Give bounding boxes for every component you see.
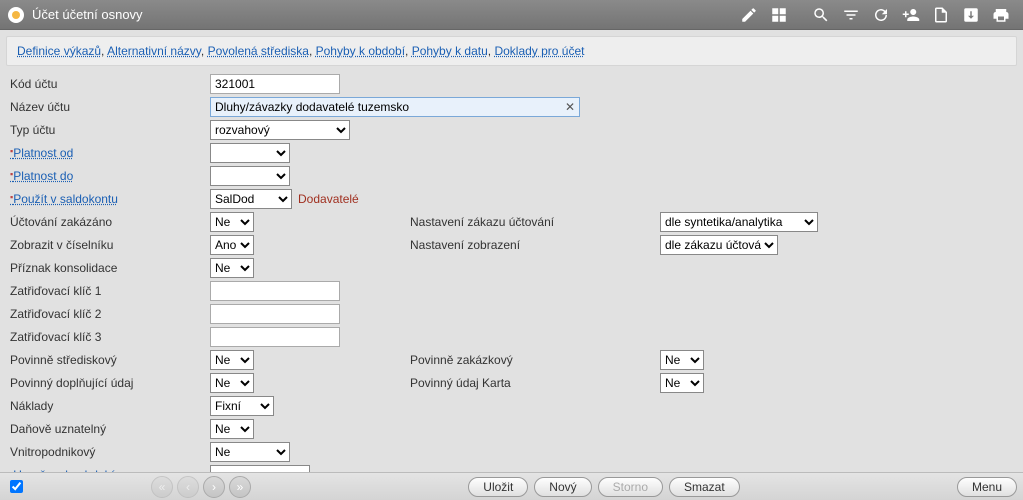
- nav-next-icon[interactable]: ›: [203, 476, 225, 498]
- label-klic3: Zatřiďovací klíč 3: [10, 330, 210, 344]
- nav-prev-icon[interactable]: ‹: [177, 476, 199, 498]
- pov-karta-select[interactable]: Ne: [660, 373, 704, 393]
- label-klic1: Zatřiďovací klíč 1: [10, 284, 210, 298]
- form-area: Kód účtu Název účtu ✕ Typ účtu rozvahový…: [0, 72, 1023, 500]
- uct-zakazano-select[interactable]: Ne: [210, 212, 254, 232]
- klic1-input[interactable]: [210, 281, 340, 301]
- search-icon[interactable]: [807, 3, 835, 27]
- typ-select[interactable]: rozvahový: [210, 120, 350, 140]
- toolbar-icons: [735, 3, 1015, 27]
- title-bar: Účet účetní osnovy: [0, 0, 1023, 30]
- label-uct-zakazano: Účtování zakázáno: [10, 215, 210, 229]
- refresh-icon[interactable]: [867, 3, 895, 27]
- nast-zakazu-select[interactable]: dle syntetika/analytika: [660, 212, 818, 232]
- label-dan: Daňově uznatelný: [10, 422, 210, 436]
- save-button[interactable]: Uložit: [468, 477, 528, 497]
- print-icon[interactable]: [987, 3, 1015, 27]
- nast-zobr-select[interactable]: dle zákazu účtování: [660, 235, 778, 255]
- klic3-input[interactable]: [210, 327, 340, 347]
- label-saldokonto[interactable]: ▪Použít v saldokontu: [10, 192, 210, 206]
- saldokonto-select[interactable]: SalDod: [210, 189, 292, 209]
- pov-stred-select[interactable]: Ne: [210, 350, 254, 370]
- document-icon[interactable]: [927, 3, 955, 27]
- export-icon[interactable]: [957, 3, 985, 27]
- label-vnitro: Vnitropodnikový: [10, 445, 210, 459]
- nazev-input-wrap: ✕: [210, 97, 580, 117]
- footer-bar: « ‹ › » Uložit Nový Storno Smazat Menu: [0, 472, 1023, 500]
- grid-icon[interactable]: [765, 3, 793, 27]
- label-platnost-od[interactable]: ▪Platnost od: [10, 146, 210, 160]
- kod-input[interactable]: [210, 74, 340, 94]
- menu-button[interactable]: Menu: [957, 477, 1017, 497]
- link-doklady[interactable]: Doklady pro účet: [494, 44, 584, 58]
- label-klic2: Zatřiďovací klíč 2: [10, 307, 210, 321]
- nav-last-icon[interactable]: »: [229, 476, 251, 498]
- label-typ: Typ účtu: [10, 123, 210, 137]
- label-nast-zobr: Nastavení zobrazení: [410, 238, 660, 252]
- label-kod: Kód účtu: [10, 77, 210, 91]
- app-logo-icon: [8, 7, 24, 23]
- dan-select[interactable]: Ne: [210, 419, 254, 439]
- priznak-select[interactable]: Ne: [210, 258, 254, 278]
- link-definice[interactable]: Definice výkazů: [17, 44, 101, 58]
- pov-dopln-select[interactable]: Ne: [210, 373, 254, 393]
- label-priznak: Příznak konsolidace: [10, 261, 210, 275]
- pov-zakaz-select[interactable]: Ne: [660, 350, 704, 370]
- filter-icon[interactable]: [837, 3, 865, 27]
- footer-checkbox[interactable]: [10, 480, 23, 493]
- link-alt[interactable]: Alternativní názvy: [107, 44, 201, 58]
- nav-first-icon[interactable]: «: [151, 476, 173, 498]
- adduser-icon[interactable]: [897, 3, 925, 27]
- link-pohyby-datu[interactable]: Pohyby k datu: [412, 44, 488, 58]
- label-naklady: Náklady: [10, 399, 210, 413]
- platnost-od-select[interactable]: [210, 143, 290, 163]
- label-zobrazit: Zobrazit v číselníku: [10, 238, 210, 252]
- vnitro-select[interactable]: Ne: [210, 442, 290, 462]
- naklady-select[interactable]: Fixní: [210, 396, 274, 416]
- clear-icon[interactable]: ✕: [561, 100, 579, 114]
- link-pohyby-obdobi[interactable]: Pohyby k období: [316, 44, 405, 58]
- platnost-do-select[interactable]: [210, 166, 290, 186]
- label-nast-zakazu: Nastavení zákazu účtování: [410, 215, 660, 229]
- label-pov-dopln: Povinný doplňující údaj: [10, 376, 210, 390]
- nav-buttons: « ‹ › »: [151, 476, 251, 498]
- saldokonto-desc: Dodavatelé: [298, 192, 359, 206]
- label-pov-stred: Povinně střediskový: [10, 353, 210, 367]
- links-bar: Definice výkazů, Alternativní názvy, Pov…: [6, 36, 1017, 66]
- new-button[interactable]: Nový: [534, 477, 591, 497]
- label-pov-karta: Povinný údaj Karta: [410, 376, 660, 390]
- label-pov-zakaz: Povinně zakázkový: [410, 353, 660, 367]
- edit-icon[interactable]: [735, 3, 763, 27]
- link-strediska[interactable]: Povolená střediska: [208, 44, 309, 58]
- storno-button: Storno: [598, 477, 663, 497]
- label-platnost-do[interactable]: ▪Platnost do: [10, 169, 210, 183]
- window-title: Účet účetní osnovy: [32, 7, 143, 22]
- delete-button[interactable]: Smazat: [669, 477, 740, 497]
- nazev-input[interactable]: [211, 98, 561, 116]
- klic2-input[interactable]: [210, 304, 340, 324]
- zobrazit-select[interactable]: Ano: [210, 235, 254, 255]
- label-nazev: Název účtu: [10, 100, 210, 114]
